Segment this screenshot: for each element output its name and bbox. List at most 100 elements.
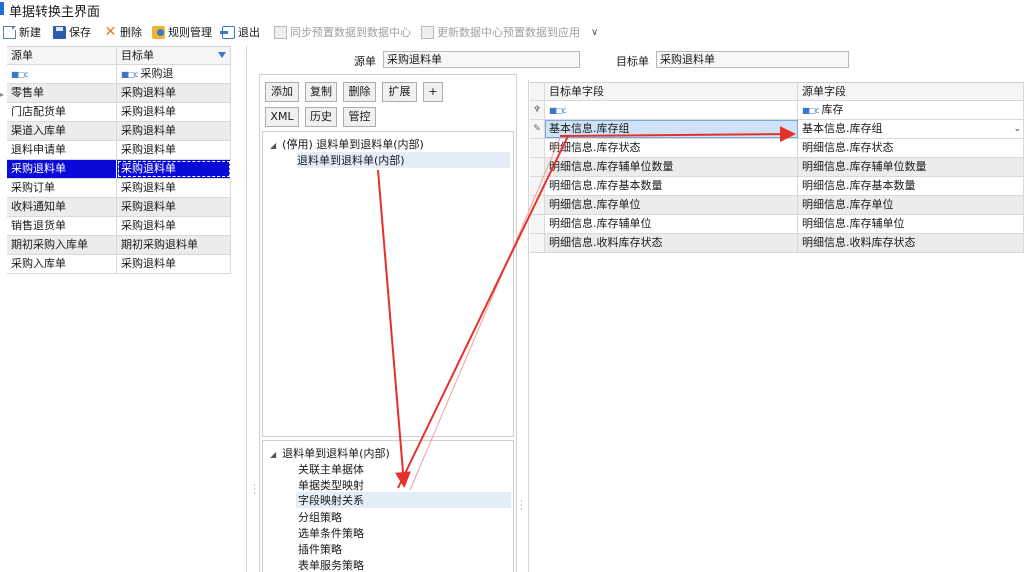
right-panel-border bbox=[528, 80, 529, 572]
grid-header-row: 源单 目标单 bbox=[7, 46, 231, 65]
toolbar-more-button[interactable]: ∨ bbox=[591, 23, 598, 41]
source-field-cell: 明细信息.库存基本数量 bbox=[798, 177, 1024, 195]
window-title: 单据转换主界面 bbox=[9, 5, 101, 20]
table-row[interactable]: 退料申请单 采购退料单 bbox=[7, 141, 231, 160]
exit-button[interactable]: 退出 bbox=[220, 23, 260, 41]
source-bill-label: 源单 bbox=[354, 55, 376, 68]
policy-item-selected[interactable]: 字段映射关系 bbox=[296, 492, 511, 508]
column-header-source[interactable]: 源单 bbox=[7, 47, 117, 64]
table-row[interactable]: 明细信息.库存状态 明细信息.库存状态 bbox=[530, 139, 1024, 158]
new-button[interactable]: 新建 bbox=[3, 23, 41, 41]
target-cell: 采购退料单 bbox=[117, 103, 231, 121]
row-indicator-header bbox=[530, 83, 545, 100]
save-button[interactable]: 保存 bbox=[53, 23, 91, 41]
rule-tree-parent[interactable]: ◢ (停用) 退料单到退料单(内部) bbox=[270, 136, 424, 152]
filter-condition-icon: ■□c bbox=[11, 70, 28, 79]
add-button[interactable]: 添加 bbox=[265, 82, 299, 102]
source-field-filter-cell[interactable]: ■□c 库存 bbox=[798, 101, 1024, 119]
target-field-cell: 明细信息.库存辅单位 bbox=[545, 215, 798, 233]
source-field-cell: 明细信息.库存辅单位 bbox=[798, 215, 1024, 233]
table-row[interactable]: 明细信息.库存单位 明细信息.库存单位 bbox=[530, 196, 1024, 215]
source-cell: 门店配货单 bbox=[7, 103, 117, 121]
rule-management-icon bbox=[152, 25, 165, 39]
target-cell: 期初采购退料单 bbox=[117, 236, 231, 254]
target-cell: 采购退料单 bbox=[117, 179, 231, 197]
target-bill-label: 目标单 bbox=[616, 55, 649, 68]
source-filter-cell[interactable]: ■□c bbox=[7, 65, 117, 83]
update-app-button[interactable]: 更新数据中心预置数据到应用 bbox=[421, 23, 580, 41]
table-row[interactable]: 销售退货单 采购退料单 bbox=[7, 217, 231, 236]
xml-button[interactable]: XML bbox=[265, 107, 299, 127]
policy-item[interactable]: 表单服务策略 bbox=[298, 557, 364, 572]
source-field-cell: 明细信息.库存状态 bbox=[798, 139, 1024, 157]
source-cell: 退料申请单 bbox=[7, 141, 117, 159]
filter-row: ♆ ■□c ■□c 库存 bbox=[530, 101, 1024, 120]
policy-item[interactable]: 关联主单据体 bbox=[298, 461, 364, 477]
table-row[interactable]: 门店配货单 采购退料单 bbox=[7, 103, 231, 122]
filter-condition-icon: ■□c bbox=[802, 106, 819, 115]
target-cell: 采购退料单 bbox=[117, 198, 231, 216]
filter-condition-icon: ■□c bbox=[549, 106, 566, 115]
title-bar: 单据转换主界面 bbox=[0, 0, 1024, 20]
table-row[interactable]: 明细信息.库存辅单位 明细信息.库存辅单位 bbox=[530, 215, 1024, 234]
left-splitter-line bbox=[246, 46, 247, 572]
dropdown-arrow-icon[interactable]: ⌄ bbox=[1013, 120, 1021, 138]
policy-tree-parent[interactable]: ◢ 退料单到退料单(内部) bbox=[270, 445, 390, 461]
plus-button[interactable]: + bbox=[423, 82, 443, 102]
filter-row-icon: ♆ bbox=[530, 101, 545, 119]
table-row[interactable]: 明细信息.库存辅单位数量 明细信息.库存辅单位数量 bbox=[530, 158, 1024, 177]
target-field-cell: 明细信息.库存状态 bbox=[545, 139, 798, 157]
new-document-icon bbox=[3, 25, 16, 39]
policy-item[interactable]: 选单条件策略 bbox=[298, 525, 364, 541]
table-row-active[interactable]: ✎ 基本信息.库存组 基本信息.库存组 ⌄ bbox=[530, 120, 1024, 139]
source-cell: 收料通知单 bbox=[7, 198, 117, 216]
field-mapping-grid: 目标单字段 源单字段 ♆ ■□c ■□c 库存 ✎ 基本信息.库存组 基本信息.库… bbox=[530, 82, 1024, 253]
column-header-source-field[interactable]: 源单字段 bbox=[798, 83, 1024, 100]
table-row[interactable]: 明细信息.库存基本数量 明细信息.库存基本数量 bbox=[530, 177, 1024, 196]
left-splitter-grip-icon[interactable]: · · · bbox=[253, 482, 256, 499]
sync-preset-button[interactable]: 同步预置数据到数据中心 bbox=[274, 23, 411, 41]
delete-button[interactable]: ✕ 删除 bbox=[104, 23, 142, 41]
control-button[interactable]: 管控 bbox=[343, 107, 376, 127]
target-filter-cell[interactable]: ■□c 采购退 bbox=[117, 65, 231, 83]
table-row-selected[interactable]: 采购退料单 采购退料单 bbox=[7, 160, 231, 179]
table-row[interactable]: 明细信息.收料库存状态 明细信息.收料库存状态 bbox=[530, 234, 1024, 253]
collapse-triangle-icon[interactable]: ◢ bbox=[270, 141, 276, 150]
target-field-cell: 明细信息.库存辅单位数量 bbox=[545, 158, 798, 176]
table-row[interactable]: 收料通知单 采购退料单 bbox=[7, 198, 231, 217]
rule-tree-child[interactable]: 退料单到退料单(内部) bbox=[297, 152, 510, 168]
table-row[interactable]: 零售单 采购退料单 bbox=[7, 84, 231, 103]
source-cell: 销售退货单 bbox=[7, 217, 117, 235]
filter-icon[interactable] bbox=[218, 52, 226, 58]
table-row[interactable]: 采购订单 采购退料单 bbox=[7, 179, 231, 198]
target-field-filter-cell[interactable]: ■□c bbox=[545, 101, 798, 119]
policy-item[interactable]: 单据类型映射 bbox=[298, 477, 364, 493]
target-cell: 采购退料单 bbox=[117, 84, 231, 102]
column-header-target-field[interactable]: 目标单字段 bbox=[545, 83, 798, 100]
source-field-cell[interactable]: 基本信息.库存组 ⌄ bbox=[798, 120, 1024, 138]
source-bill-field[interactable]: 采购退料单 bbox=[383, 51, 580, 68]
extend-button[interactable]: 扩展 bbox=[382, 82, 417, 102]
policy-item[interactable]: 插件策略 bbox=[298, 541, 342, 557]
row-indicator-icon: ▸ bbox=[0, 90, 5, 99]
row-indicator bbox=[530, 215, 545, 233]
target-field-cell[interactable]: 基本信息.库存组 bbox=[545, 120, 798, 138]
collapse-triangle-icon[interactable]: ◢ bbox=[270, 450, 276, 459]
policy-item[interactable]: 分组策略 bbox=[298, 509, 342, 525]
copy-button[interactable]: 复制 bbox=[305, 82, 337, 102]
source-cell: 采购入库单 bbox=[7, 255, 117, 273]
rule-management-button[interactable]: 规则管理 bbox=[152, 23, 212, 41]
middle-splitter-grip-icon[interactable]: · · · bbox=[520, 498, 523, 515]
target-cell: 采购退料单 bbox=[117, 141, 231, 159]
table-row[interactable]: 期初采购入库单 期初采购退料单 bbox=[7, 236, 231, 255]
save-icon bbox=[53, 25, 66, 39]
edit-pencil-icon: ✎ bbox=[530, 120, 545, 138]
toolbar: 新建 保存 ✕ 删除 规则管理 退出 同步预置数据到数据中心 更新数据中心预置数… bbox=[0, 22, 1024, 42]
history-button[interactable]: 历史 bbox=[305, 107, 337, 127]
table-row[interactable]: 渠道入库单 采购退料单 bbox=[7, 122, 231, 141]
delete-rule-button[interactable]: 删除 bbox=[343, 82, 376, 102]
column-header-target[interactable]: 目标单 bbox=[117, 47, 231, 64]
target-bill-field[interactable]: 采购退料单 bbox=[656, 51, 849, 68]
table-row[interactable]: 采购入库单 采购退料单 bbox=[7, 255, 231, 274]
source-field-cell: 明细信息.库存辅单位数量 bbox=[798, 158, 1024, 176]
